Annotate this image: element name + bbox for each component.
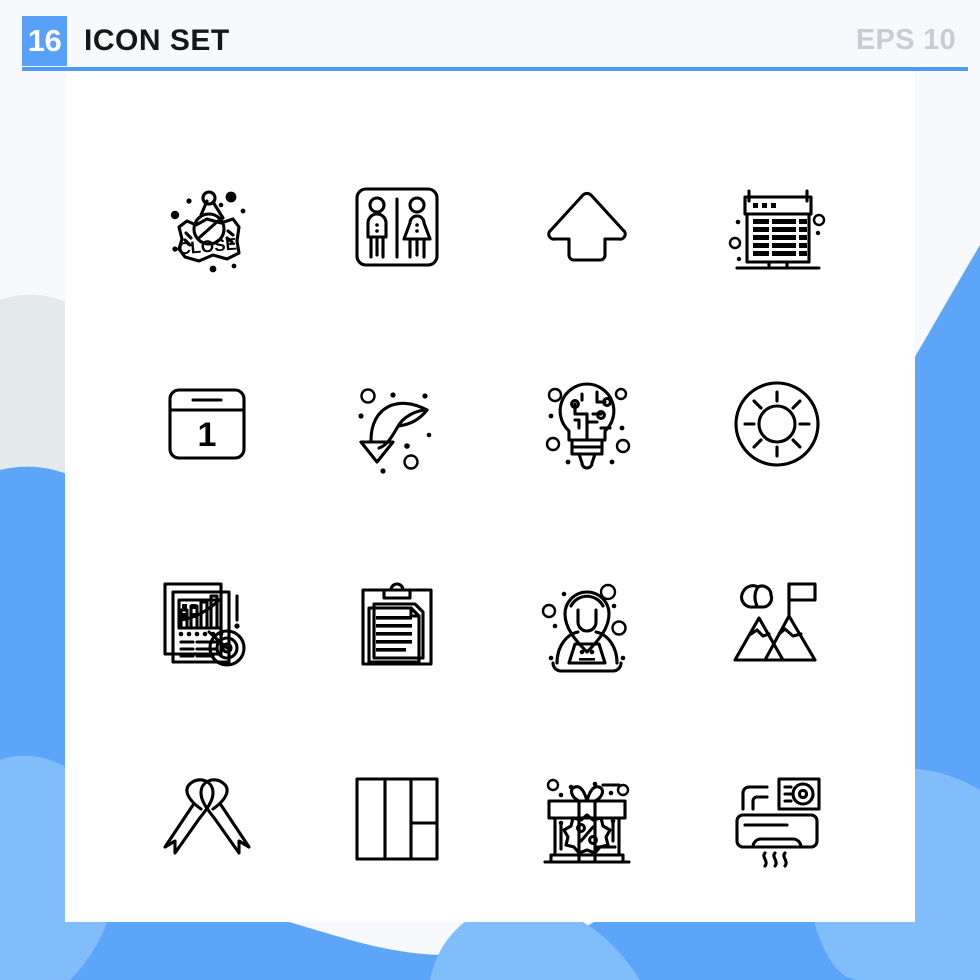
icon-cell-newspaper[interactable] <box>682 128 872 326</box>
icon-cell-calendar-day[interactable]: 1 <box>112 326 302 524</box>
restroom-sign-icon <box>355 187 439 267</box>
icon-count-badge: 16 <box>22 16 67 66</box>
lifebuoy-icon <box>734 381 820 467</box>
icon-cell-air-conditioner[interactable] <box>682 721 872 919</box>
newspaper-icon <box>728 189 826 270</box>
page-title: ICON SET <box>84 24 230 57</box>
icon-cell-hacker-laptop[interactable] <box>492 523 682 721</box>
gift-discount-icon <box>543 779 631 864</box>
header-divider <box>22 67 968 71</box>
layout-grid-icon <box>355 777 439 861</box>
idea-circuit-bulb-icon <box>545 382 631 470</box>
business-report-icon <box>163 582 246 667</box>
calendar-day-number: 1 <box>198 416 217 454</box>
icon-cell-close-sign[interactable]: CLOSE <box>112 128 302 326</box>
icon-cell-mountain-flag[interactable] <box>682 523 872 721</box>
mountain-flag-goal-icon <box>733 582 817 662</box>
icon-cell-gift-discount[interactable] <box>492 721 682 919</box>
icon-cell-up-arrow[interactable] <box>492 128 682 326</box>
icon-cell-circuit-bulb[interactable] <box>492 326 682 524</box>
up-arrow-icon <box>547 191 627 262</box>
hacker-laptop-icon <box>541 583 627 673</box>
icon-grid: CLOSE 1 <box>112 128 872 918</box>
icon-cell-restroom-sign[interactable] <box>302 128 492 326</box>
icon-cell-business-report[interactable] <box>112 523 302 721</box>
air-conditioner-icon <box>735 777 821 868</box>
calendar-day-icon: 1 <box>168 388 246 460</box>
icon-set-canvas: 16 ICON SET EPS 10 CLOSE 1 <box>0 0 980 980</box>
icon-cell-curved-down-arrow[interactable] <box>302 326 492 524</box>
icon-cell-awareness-ribbon[interactable] <box>112 721 302 919</box>
clipboard-document-icon <box>361 582 433 666</box>
icon-cell-lifebuoy[interactable] <box>682 326 872 524</box>
close-sign-text: CLOSE <box>178 234 238 258</box>
close-sign-icon: CLOSE <box>170 190 246 273</box>
icon-cell-clipboard-document[interactable] <box>302 523 492 721</box>
header: 16 ICON SET EPS 10 <box>12 16 968 71</box>
curved-down-arrow-icon <box>358 388 432 474</box>
icon-cell-layout-grid[interactable] <box>302 721 492 919</box>
eps-version-label: EPS 10 <box>855 24 956 56</box>
awareness-ribbon-icon <box>163 778 251 855</box>
